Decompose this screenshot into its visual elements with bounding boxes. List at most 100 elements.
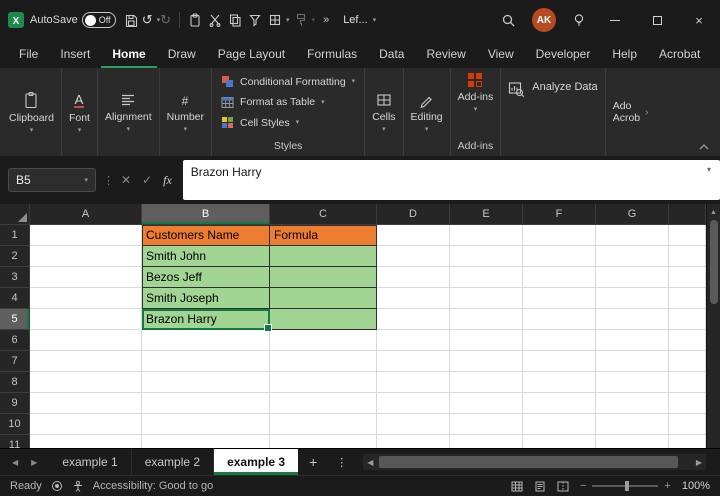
copy-button[interactable] bbox=[228, 13, 242, 27]
select-all-button[interactable] bbox=[0, 204, 30, 225]
ribbon-collapse-button[interactable] bbox=[699, 144, 709, 150]
cell-D4[interactable] bbox=[377, 288, 450, 309]
formula-input[interactable]: Brazon Harry ▾ bbox=[183, 160, 720, 200]
filter-button[interactable] bbox=[248, 13, 262, 27]
cell-B10[interactable] bbox=[142, 414, 270, 435]
cell-C4[interactable] bbox=[270, 288, 377, 309]
cell-F6[interactable] bbox=[523, 330, 596, 351]
cell-F10[interactable] bbox=[523, 414, 596, 435]
cell-G6[interactable] bbox=[596, 330, 669, 351]
row-header-6[interactable]: 6 bbox=[0, 330, 30, 351]
accessibility-status[interactable]: Accessibility: Good to go bbox=[93, 480, 213, 492]
cell-C5[interactable] bbox=[270, 309, 377, 330]
cell-C2[interactable] bbox=[270, 246, 377, 267]
horizontal-scrollbar[interactable]: ◀ ▶ bbox=[363, 454, 706, 470]
format-as-table-button[interactable]: Format as Table ▾ bbox=[221, 96, 355, 109]
redo-button[interactable]: ↻ bbox=[160, 12, 171, 28]
cell-E10[interactable] bbox=[450, 414, 523, 435]
column-header-F[interactable]: F bbox=[523, 204, 596, 225]
ribbon-tab-power-pivot[interactable]: Power Pivot bbox=[711, 40, 720, 68]
hscroll-thumb[interactable] bbox=[379, 456, 678, 468]
cell-E3[interactable] bbox=[450, 267, 523, 288]
row-header-1[interactable]: 1 bbox=[0, 225, 30, 246]
formula-bar-expand-button[interactable]: ▾ bbox=[707, 165, 711, 174]
cell-C10[interactable] bbox=[270, 414, 377, 435]
cell-B6[interactable] bbox=[142, 330, 270, 351]
column-header-D[interactable]: D bbox=[377, 204, 450, 225]
qat-overflow-button[interactable]: » bbox=[323, 14, 329, 26]
cell-C8[interactable] bbox=[270, 372, 377, 393]
alignment-group-button[interactable]: Alignment ▾ bbox=[98, 68, 160, 156]
cell-G1[interactable] bbox=[596, 225, 669, 246]
cell-A2[interactable] bbox=[30, 246, 142, 267]
cell-E2[interactable] bbox=[450, 246, 523, 267]
cell-G2[interactable] bbox=[596, 246, 669, 267]
ribbon-tab-formulas[interactable]: Formulas bbox=[296, 40, 368, 68]
editing-group-button[interactable]: Editing ▾ bbox=[404, 68, 451, 156]
cell-A9[interactable] bbox=[30, 393, 142, 414]
cell-G9[interactable] bbox=[596, 393, 669, 414]
conditional-formatting-button[interactable]: Conditional Formatting ▾ bbox=[221, 75, 355, 88]
normal-view-button[interactable] bbox=[511, 481, 523, 492]
sheet-tab-example-3[interactable]: example 3 bbox=[214, 449, 298, 475]
cells-group-button[interactable]: Cells ▾ bbox=[365, 68, 403, 156]
cell-B8[interactable] bbox=[142, 372, 270, 393]
cell-A1[interactable] bbox=[30, 225, 142, 246]
cell-E5[interactable] bbox=[450, 309, 523, 330]
autosave-switch[interactable]: Off bbox=[82, 12, 116, 28]
sheet-tab-example-2[interactable]: example 2 bbox=[132, 449, 214, 475]
cell-F4[interactable] bbox=[523, 288, 596, 309]
cell-A11[interactable] bbox=[30, 435, 142, 448]
sheet-options-button[interactable]: ⋮ bbox=[328, 449, 355, 475]
cell-G4[interactable] bbox=[596, 288, 669, 309]
cell-E7[interactable] bbox=[450, 351, 523, 372]
column-header-E[interactable]: E bbox=[450, 204, 523, 225]
cell-E1[interactable] bbox=[450, 225, 523, 246]
cell-B5[interactable]: Brazon Harry bbox=[142, 309, 270, 330]
ribbon-tab-acrobat[interactable]: Acrobat bbox=[648, 40, 711, 68]
cell-C1[interactable]: Formula bbox=[270, 225, 377, 246]
ribbon-tab-page-layout[interactable]: Page Layout bbox=[207, 40, 296, 68]
cell-C3[interactable] bbox=[270, 267, 377, 288]
cell-E4[interactable] bbox=[450, 288, 523, 309]
cell-D7[interactable] bbox=[377, 351, 450, 372]
cell-A4[interactable] bbox=[30, 288, 142, 309]
row-header-7[interactable]: 7 bbox=[0, 351, 30, 372]
paste-button[interactable] bbox=[188, 13, 202, 27]
row-header-4[interactable]: 4 bbox=[0, 288, 30, 309]
cell-A7[interactable] bbox=[30, 351, 142, 372]
cell-F1[interactable] bbox=[523, 225, 596, 246]
ribbon-tab-data[interactable]: Data bbox=[368, 40, 415, 68]
save-button[interactable] bbox=[124, 13, 138, 27]
row-header-3[interactable]: 3 bbox=[0, 267, 30, 288]
cell-C7[interactable] bbox=[270, 351, 377, 372]
cell-A5[interactable] bbox=[30, 309, 142, 330]
cell-B9[interactable] bbox=[142, 393, 270, 414]
ribbon-tab-view[interactable]: View bbox=[477, 40, 525, 68]
cell-F2[interactable] bbox=[523, 246, 596, 267]
cell-B2[interactable]: Smith John bbox=[142, 246, 270, 267]
cell-F7[interactable] bbox=[523, 351, 596, 372]
vertical-scrollbar[interactable]: ▲ bbox=[706, 204, 720, 448]
number-group-button[interactable]: # Number ▾ bbox=[160, 68, 212, 156]
cell-A10[interactable] bbox=[30, 414, 142, 435]
zoom-out-button[interactable]: − bbox=[580, 480, 586, 492]
row-header-5[interactable]: 5 bbox=[0, 309, 30, 330]
acrobat-group-button[interactable]: Ado Acrob › bbox=[606, 68, 656, 156]
zoom-slider-knob[interactable] bbox=[625, 481, 629, 491]
formula-enter-button[interactable]: ✓ bbox=[142, 173, 152, 187]
cell-D11[interactable] bbox=[377, 435, 450, 448]
cell-D10[interactable] bbox=[377, 414, 450, 435]
cell-E8[interactable] bbox=[450, 372, 523, 393]
clipboard-group-button[interactable]: Clipboard ▾ bbox=[2, 68, 62, 156]
ribbon-tab-review[interactable]: Review bbox=[415, 40, 476, 68]
zoom-in-button[interactable]: + bbox=[664, 480, 670, 492]
cell-D6[interactable] bbox=[377, 330, 450, 351]
ribbon-tab-file[interactable]: File bbox=[8, 40, 49, 68]
cell-B4[interactable]: Smith Joseph bbox=[142, 288, 270, 309]
ribbon-tab-insert[interactable]: Insert bbox=[49, 40, 101, 68]
maximize-button[interactable] bbox=[636, 0, 678, 40]
cell-D8[interactable] bbox=[377, 372, 450, 393]
autosave-toggle[interactable]: AutoSave Off bbox=[30, 12, 116, 28]
cell-G7[interactable] bbox=[596, 351, 669, 372]
